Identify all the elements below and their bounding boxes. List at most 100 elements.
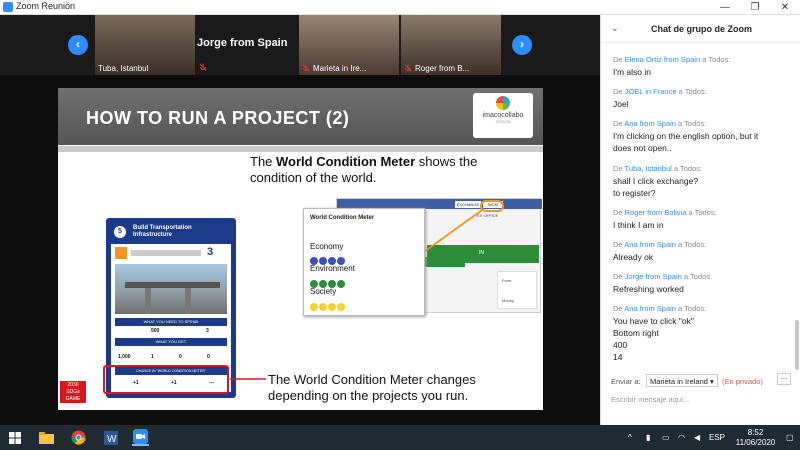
society-label: Society [310, 287, 337, 296]
participant-name: Roger from B... [415, 64, 470, 73]
economy-dots [310, 252, 346, 265]
message-text: I'm also in [613, 67, 651, 77]
message-text: shall I click exchange? to register? [613, 176, 699, 198]
zoom-taskbar-icon[interactable] [132, 429, 149, 446]
sdgs-game-badge: 2030 SDGs GAME [60, 381, 86, 403]
window-title: Zoom Reunión [16, 1, 76, 11]
message-sender: De Roger from Bolivia a Todos: [613, 208, 717, 217]
spend-money: 500 [151, 328, 160, 334]
notifications-icon[interactable]: ▢ [786, 433, 794, 442]
shared-screen: HOW TO RUN A PROJECT (2) imacocollabo CO… [0, 75, 600, 425]
society-dot [310, 303, 318, 311]
recipient-select[interactable]: Marieta in Ireland ▾ [646, 374, 718, 387]
meter-title: World Condition Meter [310, 215, 375, 221]
participant-video[interactable]: Tuba, Istanbul [95, 15, 195, 75]
tray-chevron-icon[interactable]: ^ [628, 433, 632, 442]
bridge-pillar [145, 288, 151, 314]
message-sender: De Ana from Spain a Todos: [613, 119, 707, 128]
clock-time: 8:52 [747, 428, 764, 437]
muted-mic-icon [404, 64, 412, 72]
society-dot [337, 303, 345, 311]
card-number: 5 [114, 226, 126, 238]
spend-time: 3 [206, 328, 209, 334]
card-tagline [131, 250, 201, 256]
chevron-down-icon: ▾ [710, 377, 714, 386]
file-explorer-icon[interactable] [38, 429, 55, 446]
logo-circle-icon [496, 96, 510, 110]
desc-post: shows the [415, 154, 478, 169]
active-speaker-name: Jorge from Spain [197, 37, 288, 49]
volume-icon[interactable]: ◀ [694, 433, 700, 442]
video-strip: ‹ Tuba, Istanbul Jorge from Spain Mariet… [0, 15, 600, 75]
logo-text: imacocollabo [482, 112, 524, 119]
from-label: From [502, 278, 512, 283]
windows-start-icon[interactable] [6, 429, 23, 446]
message-text: Refreshing worked [613, 284, 684, 294]
minimize-icon[interactable]: — [710, 0, 740, 15]
chat-messages: De Elena Ortiz from Spain a Todos: I'm a… [601, 45, 793, 375]
close-icon[interactable]: ✕ [770, 0, 800, 15]
message-text: I think I am in [613, 220, 664, 230]
chat-header: ⌄ Chat de grupo de Zoom [601, 15, 800, 43]
more-options-icon[interactable]: ··· [777, 373, 791, 385]
desc-bold: World Condition Meter [276, 154, 416, 169]
message-sender: De Ana from Spain a Todos: [613, 240, 707, 249]
clock-date: 11/06/2020 [735, 438, 776, 447]
maximize-icon[interactable]: ❐ [740, 0, 770, 15]
language-indicator[interactable]: ESP [709, 433, 725, 442]
chat-scrollbar[interactable] [795, 320, 799, 370]
world-condition-meter: World Condition Meter Economy Environmen… [303, 208, 425, 316]
chrome-icon[interactable] [70, 429, 87, 446]
network-icon[interactable]: ◠ [678, 433, 685, 442]
bridge-pillar [185, 288, 191, 314]
muted-mic-icon [302, 64, 310, 72]
environment-dots [310, 275, 346, 288]
participant-name: Marieta in Ire... [313, 64, 367, 73]
next-page-arrow[interactable]: › [512, 35, 532, 55]
window-title-bar: Zoom Reunión — ❐ ✕ [0, 0, 800, 15]
society-dot [328, 303, 336, 311]
slide-title: HOW TO RUN A PROJECT (2) [86, 108, 350, 128]
card-photo [115, 264, 227, 314]
chat-title: Chat de grupo de Zoom [651, 24, 752, 34]
bottom-line2: depending on the projects you run. [268, 388, 469, 403]
monitor-icon[interactable]: ▭ [662, 433, 670, 442]
get-money: 1,000 [118, 354, 131, 360]
slide-description: The World Condition Meter shows the cond… [250, 154, 477, 186]
desc-line2: condition of the world. [250, 170, 377, 185]
participant-video[interactable]: Roger from B... [401, 15, 501, 75]
chat-message-input[interactable]: Escribir mensaje aquí... [611, 395, 791, 409]
imacocollabo-logo: imacocollabo COCOA [473, 93, 533, 138]
chevron-down-icon[interactable]: ⌄ [611, 23, 619, 34]
environment-dot [337, 280, 345, 288]
highlight-box [103, 365, 229, 394]
society-dots [310, 298, 346, 311]
get-header: WHAT YOU GET [115, 338, 227, 346]
previous-page-arrow[interactable]: ‹ [68, 35, 88, 55]
desc-pre: The [250, 154, 277, 169]
card-tag-number: 3 [207, 246, 214, 258]
windows-taskbar: W ^ ▮ ▭ ◠ ◀ ESP 8:52 11/06/2020 ▢ [0, 425, 800, 450]
sdg-icon [115, 247, 127, 259]
get-project: 0 [179, 354, 182, 360]
money-label: Money [502, 298, 515, 303]
from-panel: From Money [497, 271, 537, 309]
message-text: Already ok [613, 252, 654, 262]
participant-video[interactable]: Marieta in Ire... [299, 15, 399, 75]
environment-label: Environment [310, 264, 355, 273]
battery-icon[interactable]: ▮ [646, 433, 650, 442]
zoom-app-icon [3, 2, 13, 12]
get-time: 1 [151, 354, 154, 360]
message-sender: De Elena Ortiz from Spain a Todos: [613, 55, 731, 64]
system-clock[interactable]: 8:52 11/06/2020 [728, 428, 783, 448]
message-sender: De Ana from Spain a Todos: [613, 304, 707, 313]
private-label: (En privado) [722, 377, 763, 386]
bottom-line1: The World Condition Meter changes [268, 372, 476, 387]
chat-panel: ⌄ Chat de grupo de Zoom De Elena Ortiz f… [600, 15, 800, 425]
spend-header: WHAT YOU NEED TO SPEND [115, 318, 227, 326]
bottom-description: The World Condition Meter changes depend… [268, 372, 476, 404]
message-sender: De JOEL in France a Todos: [613, 87, 707, 96]
muted-mic-icon [199, 63, 207, 71]
participant-name: Tuba, Istanbul [98, 64, 149, 73]
word-icon[interactable]: W [102, 429, 119, 446]
